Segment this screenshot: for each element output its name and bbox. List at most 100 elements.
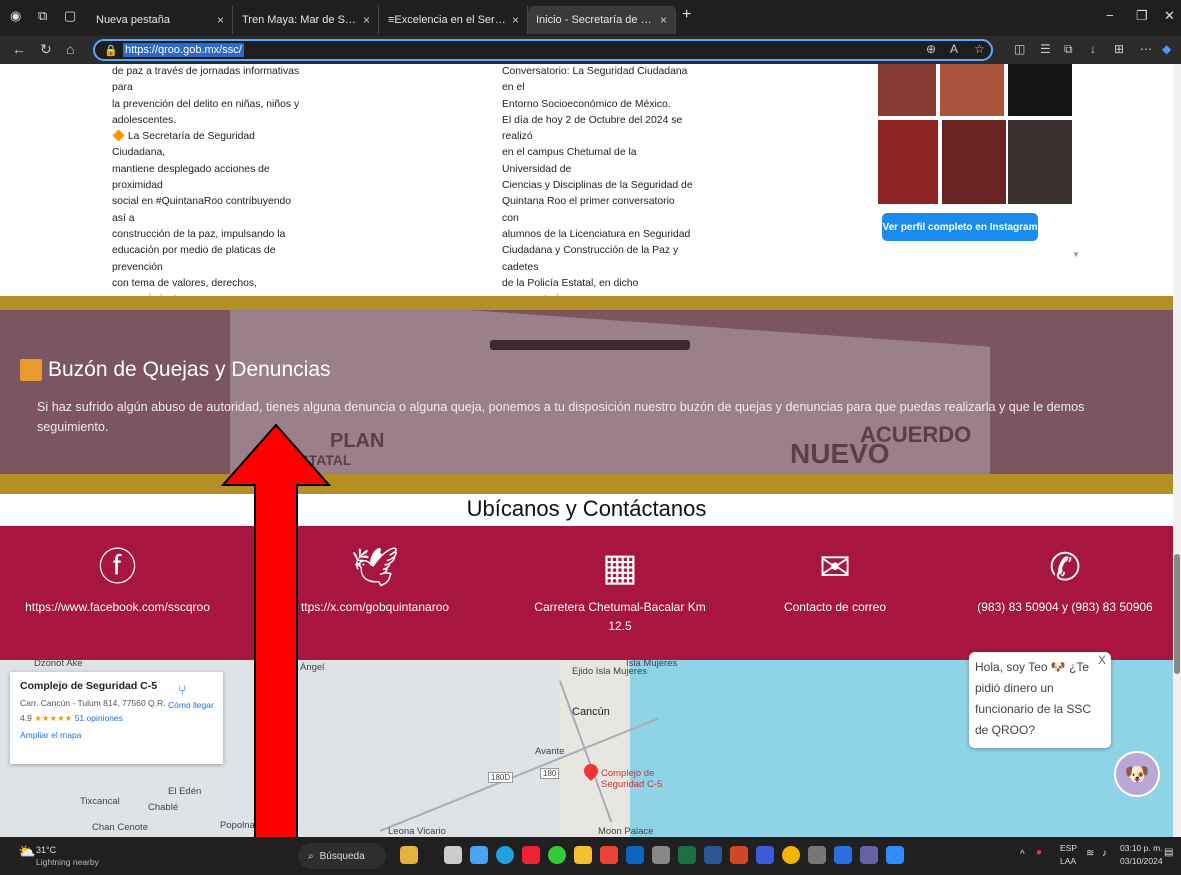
youtube-icon[interactable] [522, 846, 540, 864]
calculator-icon[interactable] [652, 846, 670, 864]
wifi-icon[interactable]: ≋ [1086, 848, 1094, 859]
gold-divider [0, 296, 1173, 310]
gmail-icon[interactable] [600, 846, 618, 864]
tab-excelencia[interactable]: ≡Excelencia en el Servicio público× [380, 6, 528, 34]
close-tab-icon[interactable]: × [363, 13, 370, 27]
directions-icon[interactable]: ⑂ [178, 682, 186, 698]
reviews-link[interactable]: 51 opiniones [75, 713, 123, 723]
contact-phone[interactable]: ✆ (983) 83 50904 y (983) 83 50906 [965, 546, 1165, 617]
map-label: Avante [535, 746, 565, 757]
contact-address[interactable]: ▦ Carretera Chetumal-Bacalar Km 12.5 [530, 546, 710, 636]
close-tab-icon[interactable]: × [512, 13, 519, 27]
scroll-down-icon[interactable]: ▼ [1072, 250, 1080, 259]
chat-close-button[interactable]: X [1098, 653, 1106, 667]
favorites-icon[interactable]: ☰ [1040, 42, 1051, 56]
close-tab-icon[interactable]: × [660, 13, 667, 27]
volume-icon[interactable]: ♪ [1102, 848, 1107, 859]
weather-temp[interactable]: 31°C [36, 845, 56, 855]
tab-nueva-pestana[interactable]: Nueva pestaña × [88, 6, 233, 34]
map-label: Isla Mujeres [626, 660, 678, 669]
favorite-star-icon[interactable]: ☆ [974, 42, 985, 56]
language-indicator[interactable]: ESP [1060, 843, 1077, 853]
building-icon: ▦ [602, 547, 638, 589]
post-line: construcción de la paz, impulsando la [112, 228, 286, 240]
whatsapp-icon[interactable] [548, 846, 566, 864]
extensions-icon[interactable]: ⊞ [1114, 42, 1124, 56]
post-line: en el campus Chetumal de la Universidad … [502, 147, 637, 175]
back-icon[interactable]: ← [12, 41, 26, 57]
map-label: El Edén [168, 786, 202, 797]
outlook-icon[interactable] [626, 846, 644, 864]
map-label: Dzonot Ake [34, 660, 83, 669]
refresh-icon[interactable]: ↻ [40, 41, 52, 58]
tab-inicio-ssc[interactable]: Inicio - Secretaría de Seguridad C× [528, 6, 676, 34]
chrome-icon[interactable] [782, 846, 800, 864]
contact-facebook[interactable]: ⓕ https://www.facebook.com/sscqroo [10, 546, 225, 617]
instagram-photo[interactable] [942, 120, 1006, 204]
instagram-profile-button[interactable]: Ver perfil completo en Instagram [882, 213, 1038, 241]
weather-icon[interactable]: ⛅ [18, 843, 35, 860]
chat-bubble[interactable]: Hola, soy Teo 🐶 ¿Te pidió dinero un func… [969, 652, 1111, 748]
clock-date[interactable]: 03/10/2024 [1120, 856, 1163, 866]
read-aloud-icon[interactable]: A [950, 42, 958, 56]
post-line: 🔶 La Secretaría de Seguridad Ciudadana, [112, 131, 255, 159]
post-line: alumnos de la Licenciatura en Seguridad [502, 228, 691, 240]
workspaces-icon[interactable]: ⧉ [38, 8, 47, 24]
restore-icon[interactable]: ❐ [1136, 8, 1148, 24]
notifications-icon[interactable]: ▤ [1164, 847, 1173, 858]
profile-icon[interactable]: ◉ [10, 8, 21, 24]
ballot-slot [490, 340, 690, 350]
clock-time[interactable]: 03:10 p. m. [1120, 843, 1163, 853]
collections-icon[interactable]: ⧉ [1064, 42, 1073, 57]
phone-icon: ✆ [1049, 547, 1081, 589]
taskbar-search[interactable]: ⌕ Búsqueda [298, 843, 386, 869]
map-label: Cancún [572, 706, 610, 718]
instagram-photo[interactable] [1008, 120, 1072, 204]
buzon-title[interactable]: Buzón de Quejas y Denuncias [20, 358, 331, 382]
new-tab-button[interactable]: + [682, 6, 691, 24]
photos-icon[interactable] [756, 846, 774, 864]
instagram-photo[interactable] [1008, 64, 1072, 116]
tab-tren-maya[interactable]: Tren Maya: Mar de Selva, de Escá× [234, 6, 379, 34]
edge-icon[interactable] [496, 846, 514, 864]
post-line: de paz a través de jornadas informativas… [112, 66, 300, 94]
minimize-icon[interactable]: − [1106, 8, 1114, 23]
contact-email[interactable]: ✉ Contacto de correo [760, 546, 910, 617]
scrollbar-thumb[interactable] [1174, 554, 1180, 674]
instagram-photo[interactable] [878, 120, 938, 204]
copilot-app-icon[interactable] [470, 846, 488, 864]
powerpoint-icon[interactable] [730, 846, 748, 864]
word-icon[interactable] [704, 846, 722, 864]
widgets-icon[interactable] [400, 846, 418, 864]
more-icon[interactable]: ⋯ [1140, 42, 1152, 56]
tray-chevron-icon[interactable]: ^ [1020, 849, 1025, 860]
home-icon[interactable]: ⌂ [66, 41, 74, 57]
copilot-icon[interactable]: ◆ [1162, 42, 1171, 56]
map-place-card: Complejo de Seguridad C-5 Carr. Cancún -… [10, 672, 223, 764]
lock-icon: 🔒 [104, 45, 118, 57]
tab-actions-icon[interactable]: ▢ [64, 8, 76, 24]
dog-icon: 🐶 [1124, 763, 1150, 786]
split-screen-icon[interactable]: ◫ [1014, 42, 1025, 56]
file-explorer-icon[interactable] [574, 846, 592, 864]
downloads-icon[interactable]: ↓ [1090, 42, 1096, 56]
teams-icon[interactable] [860, 846, 878, 864]
post-line: Ciencias y Disciplinas de la Seguridad d… [502, 180, 693, 192]
url-input[interactable]: 🔒 https://qroo.gob.mx/ssc/ [93, 39, 993, 61]
enlarge-map-link[interactable]: Ampliar el mapa [20, 730, 81, 740]
post-line: Quintana Roo el primer conversatorio con [502, 196, 675, 224]
instagram-photo[interactable] [940, 64, 1004, 116]
directions-link[interactable]: Cómo llegar [168, 700, 214, 710]
close-window-icon[interactable]: ✕ [1164, 8, 1175, 24]
chatbot-avatar[interactable]: 🐶 [1114, 751, 1160, 797]
tray-app-icon[interactable]: ● [1036, 847, 1042, 858]
settings-icon[interactable] [808, 846, 826, 864]
zoom-app-icon[interactable] [886, 846, 904, 864]
task-view-icon[interactable] [444, 846, 462, 864]
instagram-photo[interactable] [878, 64, 936, 116]
scrollbar[interactable] [1173, 64, 1181, 837]
app-icon[interactable] [834, 846, 852, 864]
excel-icon[interactable] [678, 846, 696, 864]
close-tab-icon[interactable]: × [217, 13, 224, 27]
zoom-icon[interactable]: ⊕ [926, 42, 936, 56]
